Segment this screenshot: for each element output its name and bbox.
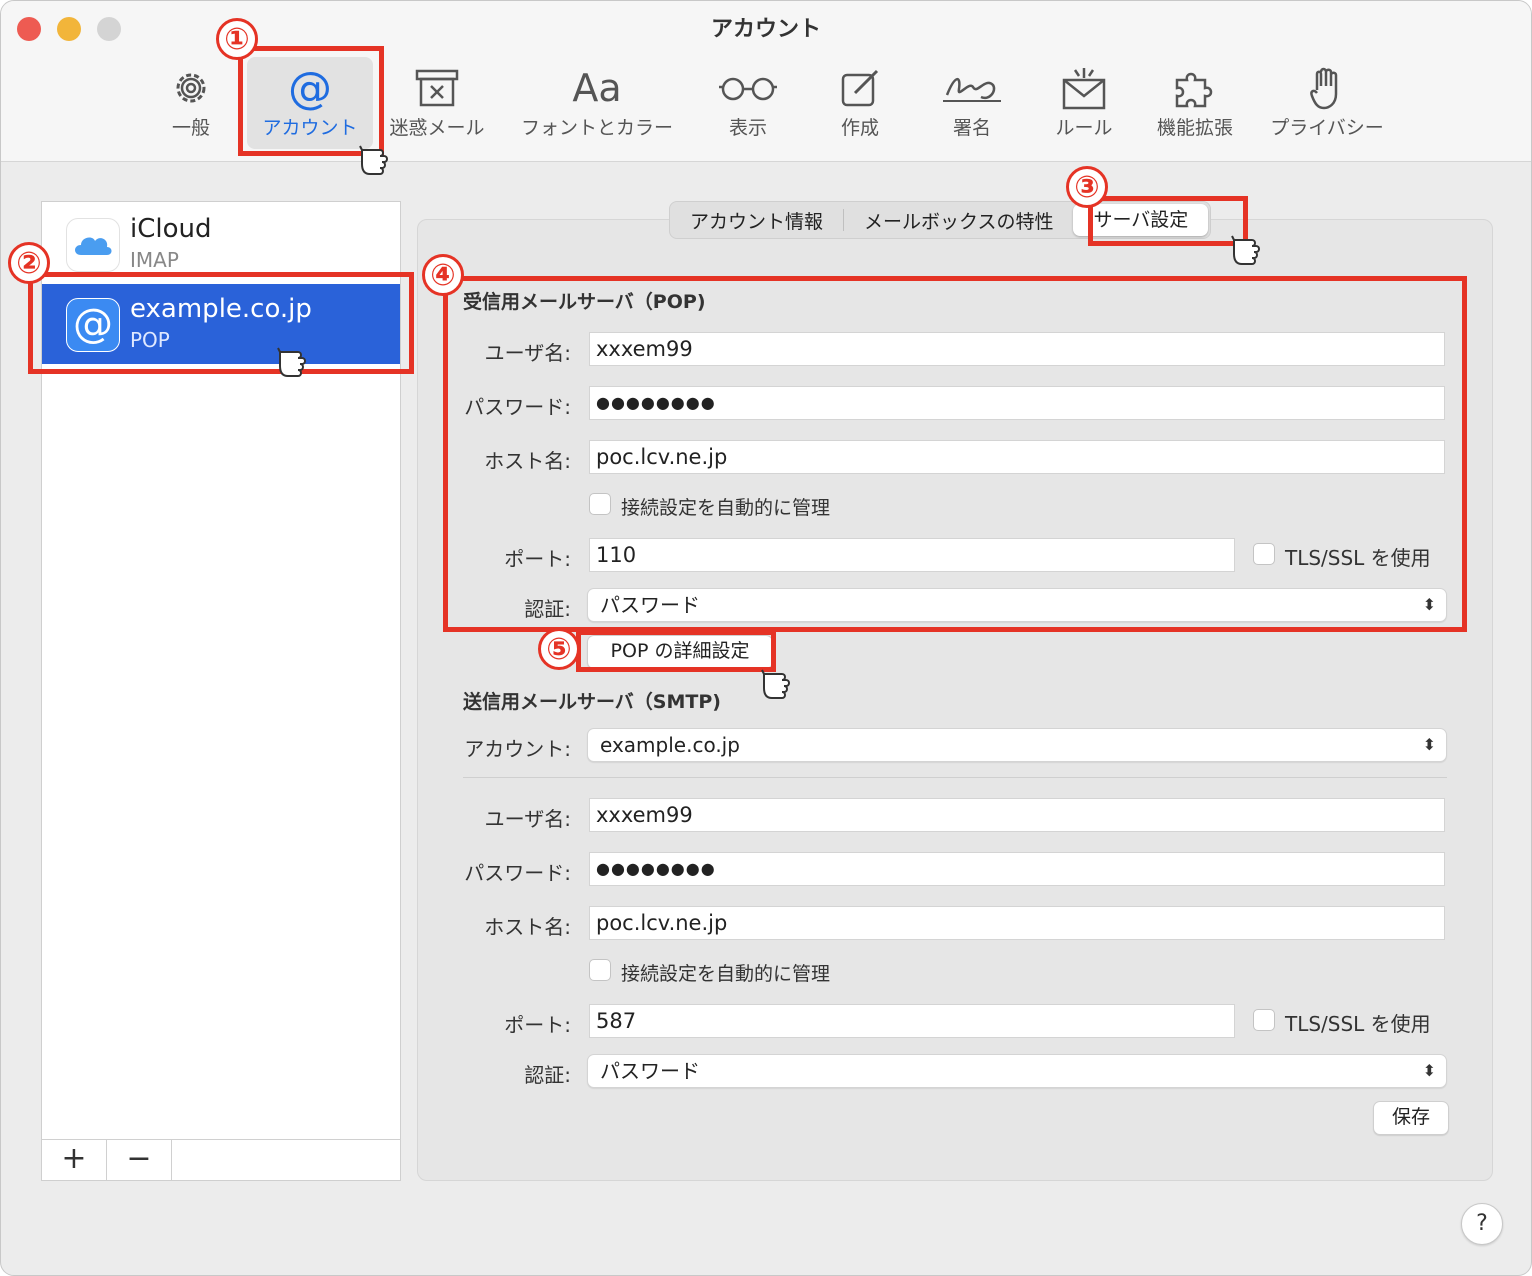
toolbar-extensions[interactable]: 機能拡張 bbox=[1151, 65, 1239, 140]
hand-icon bbox=[1265, 65, 1389, 111]
step-marker-5: ⑤ bbox=[538, 628, 580, 670]
outgoing-host-field[interactable]: poc.lcv.ne.jp bbox=[589, 906, 1445, 940]
updown-arrows-icon: ⬍ bbox=[1422, 1061, 1436, 1080]
outgoing-auth-select[interactable]: パスワード ⬍ bbox=[587, 1054, 1447, 1088]
highlight-box-2 bbox=[28, 272, 414, 374]
accounts-list-footer: + − bbox=[41, 1139, 401, 1181]
rules-envelope-icon bbox=[1047, 65, 1121, 111]
step-marker-2: ② bbox=[8, 242, 50, 284]
highlight-box-3 bbox=[1088, 196, 1248, 246]
puzzle-icon bbox=[1151, 65, 1239, 111]
toolbar-label: 表示 bbox=[728, 117, 767, 139]
save-button[interactable]: 保存 bbox=[1373, 1101, 1449, 1135]
outgoing-tls-checkbox[interactable] bbox=[1253, 1009, 1275, 1031]
outgoing-account-select[interactable]: example.co.jp ⬍ bbox=[587, 728, 1447, 762]
outgoing-account-label: アカウント: bbox=[464, 737, 571, 761]
toolbar-composing[interactable]: 作成 bbox=[827, 65, 893, 140]
outgoing-account-value: example.co.jp bbox=[600, 733, 740, 757]
outgoing-auth-label: 認証: bbox=[524, 1063, 571, 1087]
divider bbox=[463, 777, 1447, 778]
updown-arrows-icon: ⬍ bbox=[1422, 735, 1436, 754]
toolbar-viewing[interactable]: 表示 bbox=[713, 65, 783, 140]
highlight-box-5 bbox=[576, 630, 776, 672]
highlight-box-4 bbox=[443, 276, 1467, 632]
tab-account-info[interactable]: アカウント情報 bbox=[670, 207, 843, 234]
toolbar-privacy[interactable]: プライバシー bbox=[1265, 65, 1389, 140]
tab-mailbox-behaviors[interactable]: メールボックスの特性 bbox=[844, 207, 1073, 234]
remove-account-button[interactable]: − bbox=[107, 1140, 172, 1180]
account-type: IMAP bbox=[130, 248, 179, 272]
toolbar-label: プライバシー bbox=[1270, 117, 1384, 139]
account-name: iCloud bbox=[130, 214, 212, 244]
compose-icon bbox=[827, 65, 893, 111]
outgoing-auth-value: パスワード bbox=[600, 1059, 700, 1083]
step-marker-1: ① bbox=[216, 18, 258, 60]
toolbar-signatures[interactable]: 署名 bbox=[937, 65, 1007, 140]
pointing-hand-icon bbox=[761, 669, 790, 699]
toolbar-label: フォントとカラー bbox=[520, 117, 673, 139]
outgoing-port-field[interactable]: 587 bbox=[589, 1004, 1235, 1038]
step-marker-4: ④ bbox=[422, 254, 464, 296]
pointing-hand-icon bbox=[277, 347, 306, 377]
font-icon: Aa bbox=[572, 66, 622, 110]
help-button[interactable]: ? bbox=[1461, 1203, 1503, 1245]
gear-icon bbox=[151, 65, 231, 111]
glasses-icon bbox=[713, 65, 783, 111]
pointing-hand-icon bbox=[1231, 235, 1260, 265]
pointing-hand-icon bbox=[359, 145, 388, 175]
outgoing-tls-label: TLS/SSL を使用 bbox=[1285, 1012, 1431, 1036]
toolbar-label: 迷惑メール bbox=[389, 117, 485, 139]
icloud-icon bbox=[66, 218, 120, 272]
toolbar-label: 作成 bbox=[840, 117, 879, 139]
toolbar-general[interactable]: 一般 bbox=[151, 65, 231, 140]
step-marker-3: ③ bbox=[1066, 166, 1108, 208]
toolbar-rules[interactable]: ルール bbox=[1047, 65, 1121, 140]
toolbar-label: 一般 bbox=[171, 117, 210, 139]
outgoing-password-field[interactable]: ●●●●●●●● bbox=[589, 852, 1445, 886]
signature-icon bbox=[937, 65, 1007, 111]
outgoing-username-field[interactable]: xxxem99 bbox=[589, 798, 1445, 832]
toolbar-label: 機能拡張 bbox=[1156, 117, 1233, 139]
outgoing-section-title: 送信用メールサーバ（SMTP) bbox=[463, 691, 721, 713]
toolbar-fonts-colors[interactable]: Aa フォントとカラー bbox=[515, 65, 679, 140]
outgoing-username-label: ユーザ名: bbox=[484, 807, 571, 831]
outgoing-password-label: パスワード: bbox=[464, 861, 571, 885]
outgoing-auto-manage-label: 接続設定を自動的に管理 bbox=[621, 963, 831, 985]
junk-bin-icon bbox=[387, 65, 487, 111]
toolbar-label: ルール bbox=[1055, 117, 1113, 139]
add-account-button[interactable]: + bbox=[42, 1140, 107, 1180]
toolbar-junk[interactable]: 迷惑メール bbox=[387, 65, 487, 140]
outgoing-auto-manage-checkbox[interactable] bbox=[589, 959, 611, 981]
toolbar-label: 署名 bbox=[952, 117, 991, 139]
outgoing-port-label: ポート: bbox=[504, 1013, 571, 1037]
outgoing-host-label: ホスト名: bbox=[484, 915, 571, 939]
